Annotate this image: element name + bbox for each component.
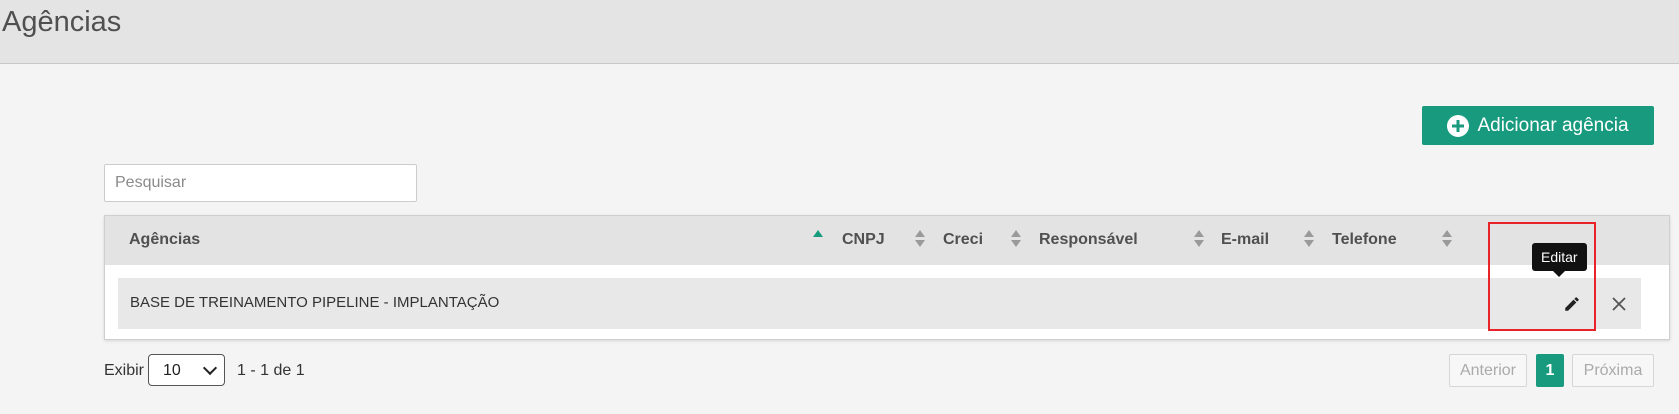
sort-icon[interactable] bbox=[1442, 230, 1452, 250]
table-header: Agências CNPJ Creci Responsável E-mail T… bbox=[105, 216, 1669, 265]
column-header-email[interactable]: E-mail bbox=[1221, 231, 1269, 249]
column-header-responsavel[interactable]: Responsável bbox=[1039, 231, 1138, 249]
sort-icon[interactable] bbox=[1304, 230, 1314, 250]
plus-circle-icon bbox=[1447, 114, 1470, 137]
page-title: Agências bbox=[2, 6, 122, 38]
add-agency-button[interactable]: Adicionar agência bbox=[1422, 106, 1654, 145]
search-input[interactable] bbox=[104, 164, 417, 202]
page-size-label: Exibir bbox=[104, 362, 145, 379]
cell-agency-name: BASE DE TREINAMENTO PIPELINE - IMPLANTAÇ… bbox=[130, 294, 500, 311]
close-icon[interactable] bbox=[1605, 290, 1633, 318]
add-agency-label: Adicionar agência bbox=[1477, 114, 1629, 136]
table-row: BASE DE TREINAMENTO PIPELINE - IMPLANTAÇ… bbox=[118, 278, 1641, 329]
next-page-button[interactable]: Próxima bbox=[1572, 354, 1654, 387]
sort-icon[interactable] bbox=[1194, 230, 1204, 250]
previous-page-button[interactable]: Anterior bbox=[1449, 354, 1527, 387]
column-header-creci[interactable]: Creci bbox=[943, 231, 983, 249]
sort-ascending-icon[interactable] bbox=[813, 230, 823, 250]
column-header-cnpj[interactable]: CNPJ bbox=[842, 231, 885, 249]
sort-icon[interactable] bbox=[915, 230, 925, 250]
column-header-telefone[interactable]: Telefone bbox=[1332, 231, 1397, 249]
agencies-table: Agências CNPJ Creci Responsável E-mail T… bbox=[104, 215, 1670, 340]
pencil-icon[interactable] bbox=[1558, 290, 1586, 318]
edit-tooltip: Editar bbox=[1532, 243, 1587, 271]
column-header-agencias[interactable]: Agências bbox=[129, 231, 200, 249]
sort-icon[interactable] bbox=[1011, 230, 1021, 250]
page-header: Agências bbox=[0, 0, 1679, 64]
pagination-range: 1 - 1 de 1 bbox=[237, 362, 305, 379]
current-page-button[interactable]: 1 bbox=[1536, 354, 1564, 387]
page-size-select[interactable]: 10 bbox=[148, 354, 225, 386]
